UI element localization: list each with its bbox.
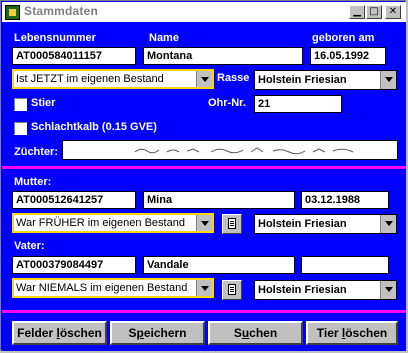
speichern-button[interactable]: Speichern bbox=[110, 321, 205, 345]
mutter-rasse-value: Holstein Friesian bbox=[258, 218, 347, 230]
vater-rasse-select[interactable]: Holstein Friesian bbox=[254, 280, 397, 300]
mutter-lebensnummer-field[interactable]: AT000512641257 bbox=[12, 191, 136, 209]
stier-label: Stier bbox=[31, 97, 56, 109]
form-area: Lebensnummer Name geboren am AT000584011… bbox=[2, 22, 406, 351]
mutter-bestand-select[interactable]: War FRÜHER im eigenen Bestand bbox=[12, 213, 214, 233]
geboren-label: geboren am bbox=[312, 32, 375, 44]
button-accelerator: p bbox=[136, 326, 144, 340]
schlachtkalb-checkbox[interactable] bbox=[14, 122, 27, 135]
separator-bottom bbox=[2, 310, 406, 313]
button-text: eichern bbox=[143, 326, 187, 340]
mutter-label: Mutter: bbox=[14, 176, 52, 188]
button-text: chen bbox=[249, 326, 278, 340]
stier-checkbox[interactable] bbox=[14, 98, 27, 111]
title-bar[interactable]: Stammdaten ▁ □ ✕ bbox=[2, 2, 406, 22]
mutter-rasse-select[interactable]: Holstein Friesian bbox=[254, 214, 397, 234]
document-icon bbox=[228, 284, 236, 295]
bestand-select[interactable]: Ist JETZT im eigenen Bestand bbox=[12, 69, 214, 89]
tier-loeschen-button[interactable]: Tier löschen bbox=[306, 321, 398, 345]
button-text: öschen bbox=[59, 326, 102, 340]
name-label: Name bbox=[149, 32, 179, 44]
dropdown-arrow-icon[interactable] bbox=[380, 71, 396, 89]
mutter-bestand-value: War FRÜHER im eigenen Bestand bbox=[16, 217, 185, 229]
rasse-label: Rasse bbox=[217, 72, 250, 84]
button-text: S bbox=[233, 326, 242, 340]
vater-name-field[interactable]: Vandale bbox=[143, 256, 295, 274]
dropdown-arrow-icon[interactable] bbox=[196, 71, 212, 87]
dropdown-arrow-icon[interactable] bbox=[380, 215, 396, 233]
button-text: Tier bbox=[316, 326, 342, 340]
vater-bestand-select[interactable]: War NIEMALS im eigenen Bestand bbox=[12, 278, 214, 298]
suchen-button[interactable]: Suchen bbox=[208, 321, 303, 345]
vater-lebensnummer-field[interactable]: AT000379084497 bbox=[12, 256, 136, 274]
vater-rasse-value: Holstein Friesian bbox=[258, 284, 347, 296]
geboren-field[interactable]: 16.05.1992 bbox=[310, 47, 386, 65]
maximize-icon: □ bbox=[369, 6, 379, 17]
dropdown-arrow-icon[interactable] bbox=[196, 280, 212, 296]
schlachtkalb-label: Schlachtkalb (0.15 GVE) bbox=[31, 121, 157, 133]
ohr-nr-label: Ohr-Nr. bbox=[208, 97, 246, 109]
name-field[interactable]: Montana bbox=[143, 47, 303, 65]
rasse-value: Holstein Friesian bbox=[258, 74, 347, 86]
app-icon[interactable] bbox=[5, 5, 20, 20]
vater-geboren-field[interactable] bbox=[301, 256, 389, 274]
mutter-geboren-field[interactable]: 03.12.1988 bbox=[301, 191, 389, 209]
vater-label: Vater: bbox=[14, 240, 45, 252]
stammdaten-window: Stammdaten ▁ □ ✕ Lebensnummer Name gebor… bbox=[0, 0, 406, 351]
button-text: öschen bbox=[345, 326, 388, 340]
mutter-details-button[interactable] bbox=[222, 214, 242, 234]
lebensnummer-field[interactable]: AT000584011157 bbox=[12, 47, 136, 65]
close-button[interactable]: ✕ bbox=[385, 5, 401, 19]
maximize-button[interactable]: □ bbox=[366, 5, 382, 19]
minimize-icon: ▁ bbox=[353, 6, 361, 17]
mutter-name-field[interactable]: Mina bbox=[143, 191, 295, 209]
felder-loeschen-button[interactable]: Felder löschen bbox=[12, 321, 107, 345]
separator-top bbox=[2, 166, 406, 169]
zuechter-field[interactable] bbox=[62, 140, 398, 160]
lebensnummer-label: Lebensnummer bbox=[14, 32, 96, 44]
dropdown-arrow-icon[interactable] bbox=[196, 215, 212, 231]
close-icon: ✕ bbox=[388, 6, 398, 17]
document-icon bbox=[228, 218, 236, 229]
zuechter-label: Züchter: bbox=[14, 146, 58, 158]
zuechter-handwriting bbox=[134, 147, 354, 155]
window-title: Stammdaten bbox=[24, 4, 99, 18]
ohr-nr-field[interactable]: 21 bbox=[254, 95, 342, 113]
dropdown-arrow-icon[interactable] bbox=[380, 281, 396, 299]
vater-details-button[interactable] bbox=[222, 280, 242, 300]
rasse-select[interactable]: Holstein Friesian bbox=[254, 70, 397, 90]
button-text: Felder bbox=[17, 326, 57, 340]
bestand-value: Ist JETZT im eigenen Bestand bbox=[16, 73, 164, 85]
minimize-button[interactable]: ▁ bbox=[349, 5, 365, 19]
vater-bestand-value: War NIEMALS im eigenen Bestand bbox=[16, 282, 188, 294]
